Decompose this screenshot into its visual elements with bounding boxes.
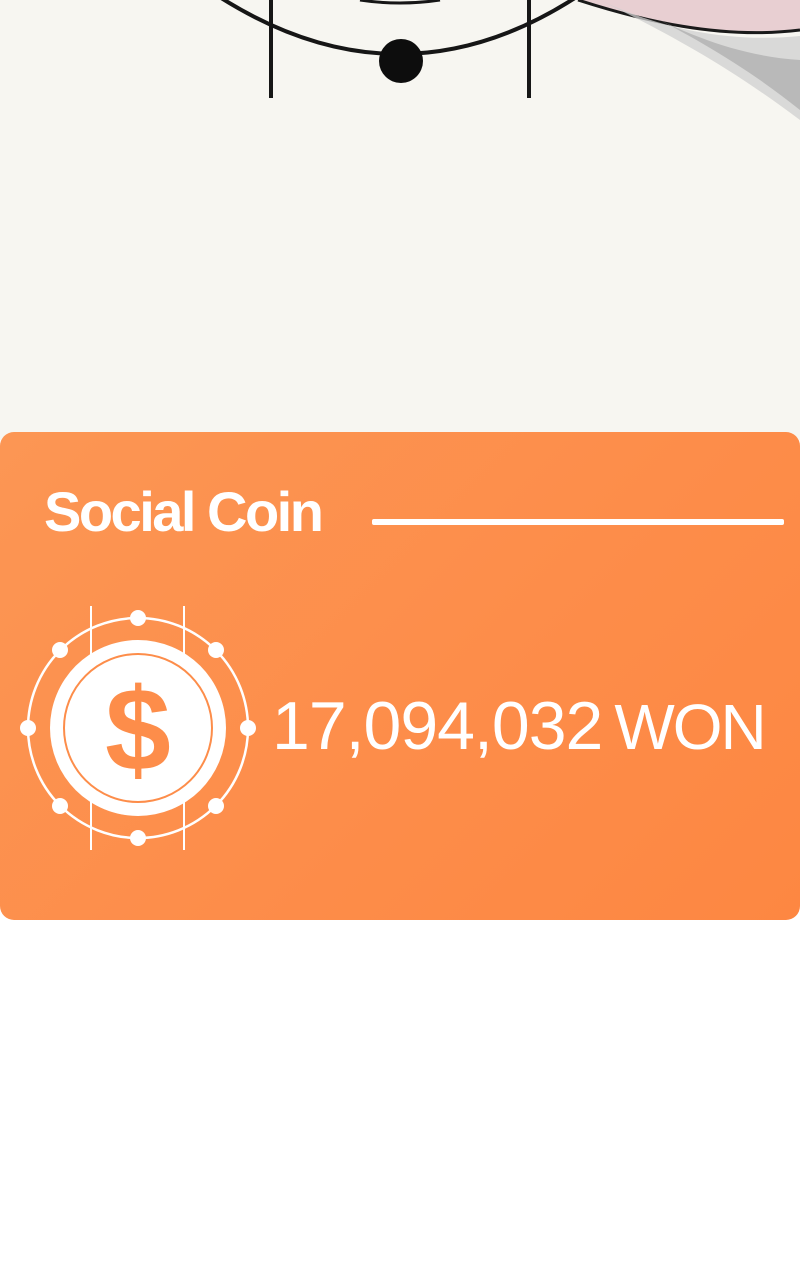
dollar-coin-icon: $ [20,606,256,850]
currency-label: WON [614,691,766,763]
title-divider [372,519,784,525]
svg-text:$: $ [105,664,171,796]
top-illustration-area [0,0,800,440]
coin-balance: 17,094,032 WON [272,691,767,763]
card-title: Social Coin [44,480,324,543]
balance-amount: 17,094,032 [272,688,603,764]
circuit-circle-illustration [220,0,800,120]
